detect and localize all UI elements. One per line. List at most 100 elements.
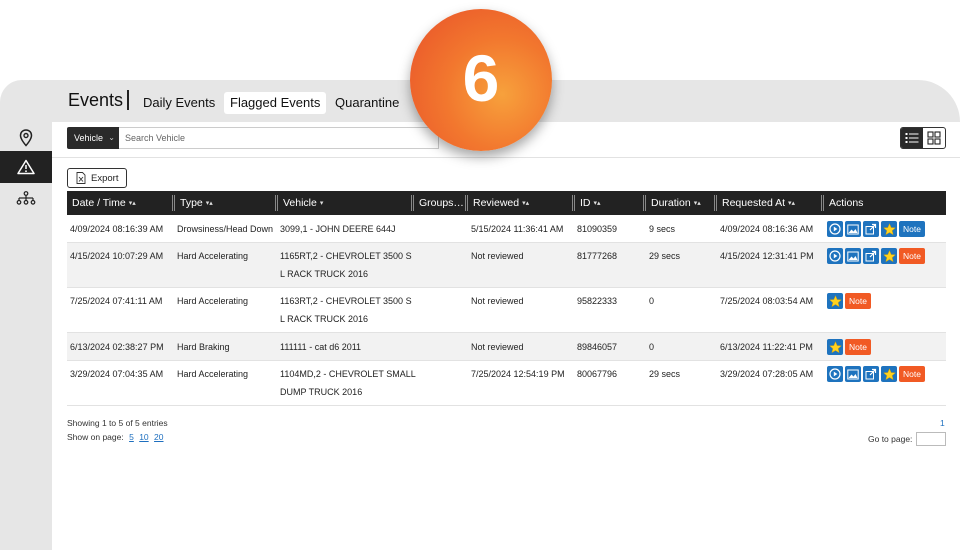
column-resize-handle[interactable]: [572, 195, 575, 211]
note-button[interactable]: Note: [899, 248, 925, 264]
play-icon: [829, 223, 841, 235]
star-button[interactable]: [881, 221, 897, 237]
star-button[interactable]: [827, 339, 843, 355]
step-number-badge: 6: [410, 9, 552, 151]
column-resize-handle[interactable]: [411, 195, 414, 211]
table-row[interactable]: 6/13/2024 02:38:27 PM Hard Braking 111111 …: [67, 333, 946, 361]
cell-id: 80067796: [577, 369, 618, 379]
warning-icon: [17, 159, 35, 175]
share-button[interactable]: [863, 366, 879, 382]
cell-reviewed: 5/15/2024 11:36:41 AM: [471, 224, 564, 234]
star-icon: [828, 340, 842, 354]
play-button[interactable]: [827, 221, 843, 237]
note-button[interactable]: Note: [845, 293, 871, 309]
cell-date-time: 4/15/2024 10:07:29 AM: [70, 251, 164, 261]
table-row[interactable]: 4/15/2024 10:07:29 AM Hard Accelerating 11…: [67, 243, 946, 288]
entries-summary: Showing 1 to 5 of 5 entries: [67, 418, 168, 428]
cell-date-time: 3/29/2024 07:04:35 AM: [70, 369, 164, 379]
col-type[interactable]: Type ▾▴: [172, 191, 273, 215]
play-icon: [829, 250, 841, 262]
sidebar-item-hierarchy[interactable]: [0, 182, 52, 214]
col-groups[interactable]: Groups…: [411, 191, 465, 215]
share-button[interactable]: [863, 248, 879, 264]
col-date-time[interactable]: Date / Time ▾▴: [67, 191, 170, 215]
share-button[interactable]: [863, 221, 879, 237]
cell-duration: 0: [649, 296, 655, 306]
page-link-1[interactable]: 1: [940, 418, 945, 428]
list-view-button[interactable]: [901, 128, 923, 148]
col-duration[interactable]: Duration ▾▴: [643, 191, 714, 215]
image-button[interactable]: [845, 248, 861, 264]
export-button[interactable]: Export: [67, 168, 127, 188]
image-button[interactable]: [845, 221, 861, 237]
table-row[interactable]: 3/29/2024 07:04:35 AM Hard Accelerating 11…: [67, 361, 946, 406]
cell-requested-at: 3/29/2024 07:28:05 AM: [720, 369, 814, 379]
cell-reviewed: Not reviewed: [471, 342, 524, 352]
export-label: Export: [91, 172, 119, 184]
cell-id: 89846057: [577, 342, 618, 352]
grid-view-icon: [927, 131, 941, 145]
goto-page-input[interactable]: [916, 432, 946, 446]
cell-vehicle: L RACK TRUCK 2016: [280, 314, 369, 324]
sidebar: [0, 122, 52, 550]
cell-date-time: 7/25/2024 07:41:11 AM: [70, 296, 163, 306]
col-reviewed[interactable]: Reviewed ▾▴: [465, 191, 573, 215]
star-button[interactable]: [827, 293, 843, 309]
cell-id: 81090359: [577, 224, 618, 234]
cell-type: Hard Accelerating: [177, 296, 249, 306]
column-resize-handle[interactable]: [172, 195, 175, 211]
page-size-20[interactable]: 20: [154, 432, 163, 442]
note-button[interactable]: Note: [845, 339, 871, 355]
col-vehicle[interactable]: Vehicle ▾: [275, 191, 411, 215]
col-actions: Actions: [821, 191, 946, 215]
sort-icon: ▾▴: [593, 200, 601, 207]
cell-requested-at: 6/13/2024 11:22:41 PM: [720, 342, 813, 352]
cell-reviewed: Not reviewed: [471, 296, 524, 306]
column-resize-handle[interactable]: [465, 195, 468, 211]
view-toggle: [900, 127, 946, 149]
cell-type: Hard Accelerating: [177, 251, 249, 261]
search-input[interactable]: [119, 127, 439, 149]
column-resize-handle[interactable]: [714, 195, 717, 211]
cell-vehicle: L RACK TRUCK 2016: [280, 269, 369, 279]
star-button[interactable]: [881, 366, 897, 382]
cell-requested-at: 4/09/2024 08:16:36 AM: [720, 224, 814, 234]
column-resize-handle[interactable]: [275, 195, 278, 211]
sidebar-item-map[interactable]: [0, 122, 52, 154]
cell-type: Hard Accelerating: [177, 369, 249, 379]
image-button[interactable]: [845, 366, 861, 382]
play-button[interactable]: [827, 366, 843, 382]
cell-id: 95822333: [577, 296, 618, 306]
tab-flagged-events[interactable]: Flagged Events: [224, 92, 327, 114]
cell-vehicle: 1165RT,2 - CHEVROLET 3500 S: [280, 251, 412, 261]
star-icon: [882, 367, 896, 381]
image-icon: [847, 224, 859, 235]
vehicle-filter-select[interactable]: Vehicle ⌄: [67, 127, 119, 149]
tab-quarantine[interactable]: Quarantine: [329, 92, 405, 114]
page-size-label: Show on page:: [67, 432, 124, 442]
sidebar-item-events[interactable]: [0, 151, 52, 183]
table-header: Date / Time ▾▴ Type ▾▴ Vehicle ▾ Groups… Re…: [67, 191, 946, 215]
note-button[interactable]: Note: [899, 366, 925, 382]
table-row[interactable]: 4/09/2024 08:16:39 AM Drowsiness/Head Dow…: [67, 215, 946, 243]
page-size-5[interactable]: 5: [129, 432, 134, 442]
table-row[interactable]: 7/25/2024 07:41:11 AM Hard Accelerating 11…: [67, 288, 946, 333]
star-button[interactable]: [881, 248, 897, 264]
share-icon: [865, 368, 877, 380]
play-button[interactable]: [827, 248, 843, 264]
cell-vehicle: 1104MD,2 - CHEVROLET SMALL: [280, 369, 416, 379]
cell-date-time: 6/13/2024 02:38:27 PM: [70, 342, 164, 352]
org-chart-icon: [16, 191, 36, 205]
page-size-10[interactable]: 10: [139, 432, 148, 442]
tab-daily-events[interactable]: Daily Events: [137, 92, 221, 114]
cell-requested-at: 4/15/2024 12:31:41 PM: [720, 251, 814, 261]
col-requested-at[interactable]: Requested At ▾▴: [714, 191, 821, 215]
image-icon: [847, 251, 859, 262]
column-resize-handle[interactable]: [643, 195, 646, 211]
share-icon: [865, 250, 877, 262]
divider: [52, 157, 960, 158]
grid-view-button[interactable]: [923, 128, 945, 148]
cell-type: Drowsiness/Head Down: [177, 224, 274, 234]
note-button[interactable]: Note: [899, 221, 925, 237]
col-id[interactable]: ID ▾▴: [572, 191, 643, 215]
